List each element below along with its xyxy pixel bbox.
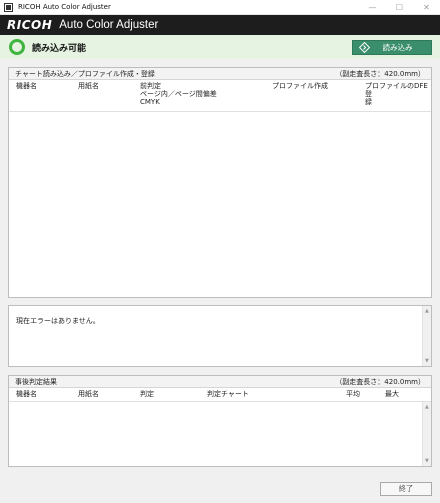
app-name: Auto Color Adjuster	[59, 19, 159, 31]
error-scrollbar[interactable]: ▲ ▼	[422, 306, 431, 366]
col-result-judge-chart[interactable]: 判定チャート	[207, 390, 249, 398]
chart-panel: チャート読み込み／プロファイル作成・登録 （副走査長さ：420.0mm） 機器名…	[8, 67, 432, 298]
result-table-body[interactable]: ▲ ▼	[9, 402, 431, 466]
col-prejudge-label: 前判定	[140, 82, 161, 90]
scroll-down-icon[interactable]: ▼	[425, 458, 429, 464]
ricoh-logo: RICOH	[7, 18, 53, 32]
chart-panel-title: チャート読み込み／プロファイル作成・登録	[15, 69, 155, 78]
chart-table-body[interactable]	[9, 112, 431, 297]
result-panel: 事後判定結果 （副走査長さ：420.0mm） 機器名 用紙名 判定 判定チャート…	[8, 375, 432, 467]
error-panel: 現在エラーはありません。 ▲ ▼	[8, 305, 432, 367]
window-title: RICOH Auto Color Adjuster	[18, 3, 111, 11]
scroll-up-icon[interactable]: ▲	[425, 308, 429, 314]
col-result-max[interactable]: 最大	[385, 390, 399, 398]
chart-panel-length: （副走査長さ：420.0mm）	[335, 69, 425, 78]
col-dfe[interactable]: プロファイルのDFE登 録	[365, 82, 431, 106]
read-arrow-icon	[358, 42, 370, 54]
window-titlebar: RICOH Auto Color Adjuster — ☐ ✕	[0, 0, 440, 15]
col-dfe-label-1: プロファイルのDFE登	[365, 82, 428, 98]
scroll-up-icon[interactable]: ▲	[425, 404, 429, 410]
result-table-header: 機器名 用紙名 判定 判定チャート 平均 最大	[9, 388, 431, 402]
col-result-average[interactable]: 平均	[346, 390, 360, 398]
col-result-judge[interactable]: 判定	[140, 390, 154, 398]
status-bar: 読み込み可能 読み込み	[0, 35, 440, 59]
result-panel-length: （副走査長さ：420.0mm）	[335, 377, 425, 386]
result-panel-header: 事後判定結果 （副走査長さ：420.0mm）	[9, 376, 431, 388]
col-result-paper[interactable]: 用紙名	[78, 390, 99, 398]
chart-table-header: 機器名 用紙名 前判定 ページ内／ページ間偏差 CMYK プロファイル作成 プロ…	[9, 80, 431, 112]
col-prejudge-cmyk: CMYK	[140, 98, 160, 106]
col-profile[interactable]: プロファイル作成	[272, 82, 328, 90]
result-panel-title: 事後判定結果	[15, 377, 57, 386]
exit-button[interactable]: 終了	[380, 482, 432, 496]
error-message: 現在エラーはありません。	[16, 317, 100, 325]
status-text: 読み込み可能	[32, 43, 87, 54]
minimize-button[interactable]: —	[359, 0, 386, 15]
read-button[interactable]: 読み込み	[352, 40, 432, 55]
col-paper[interactable]: 用紙名	[78, 82, 99, 90]
app-icon	[4, 2, 13, 12]
read-button-label: 読み込み	[382, 43, 413, 52]
scroll-down-icon[interactable]: ▼	[425, 358, 429, 364]
col-dfe-label-2: 録	[365, 98, 372, 106]
col-result-device[interactable]: 機器名	[16, 390, 37, 398]
chart-panel-header: チャート読み込み／プロファイル作成・登録 （副走査長さ：420.0mm）	[9, 68, 431, 80]
col-prejudge[interactable]: 前判定 ページ内／ページ間偏差 CMYK	[140, 82, 217, 106]
window-controls: — ☐ ✕	[359, 0, 440, 15]
col-device[interactable]: 機器名	[16, 82, 37, 90]
result-scrollbar[interactable]: ▲ ▼	[422, 402, 431, 466]
app-header: RICOH Auto Color Adjuster	[0, 15, 440, 35]
close-button[interactable]: ✕	[413, 0, 440, 15]
col-prejudge-sub: ページ内／ページ間偏差	[140, 90, 217, 98]
maximize-button[interactable]: ☐	[386, 0, 413, 15]
status-ready-icon	[9, 39, 25, 55]
